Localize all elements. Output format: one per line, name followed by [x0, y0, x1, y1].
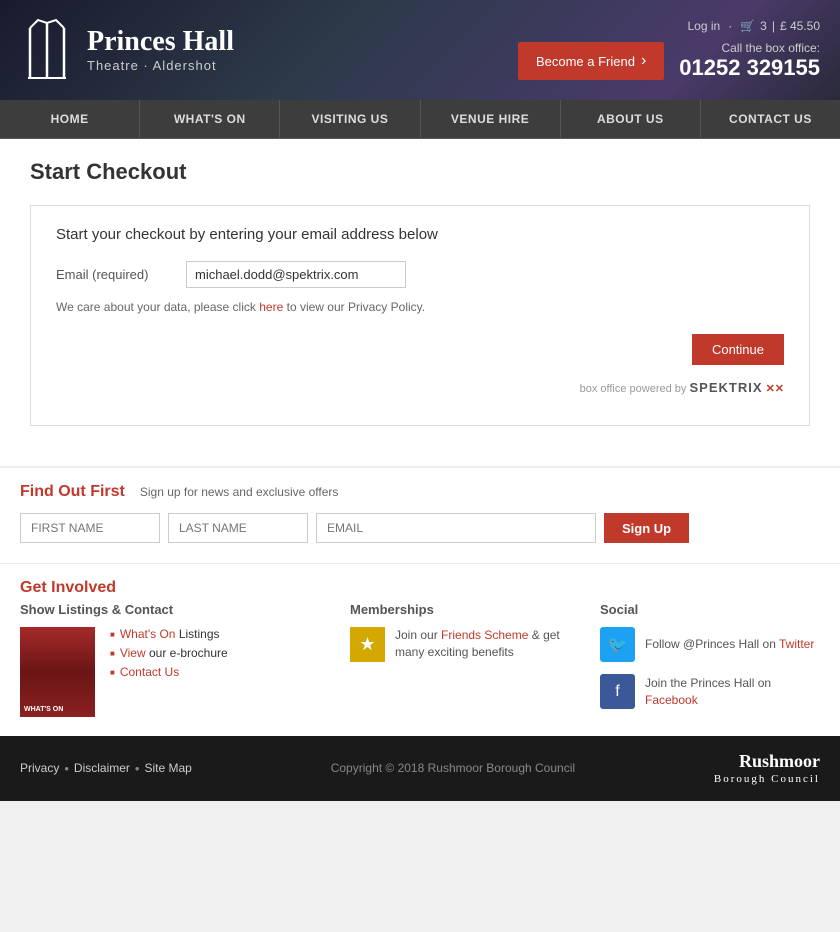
nav-item-whats-on[interactable]: WHAT'S ON: [140, 100, 280, 138]
twitter-icon: 🐦: [600, 627, 635, 662]
phone-number: 01252 329155: [679, 55, 820, 81]
ebrochure-link[interactable]: View our e-brochure: [120, 646, 228, 660]
basket-info: 🛒 3 | £ 45.50: [740, 19, 820, 33]
nav-item-contact-us[interactable]: CONTACT US: [701, 100, 840, 138]
listings-content: WHAT'S ON What's On Listings View our e-…: [20, 627, 320, 717]
twitter-text: Follow @Princes Hall on Twitter: [645, 636, 814, 653]
facebook-item: f Join the Princes Hall on Facebook: [600, 674, 820, 709]
logo-area: Princes Hall Theatre · Aldershot: [20, 18, 234, 83]
footer-copyright: Copyright © 2018 Rushmoor Borough Counci…: [331, 761, 575, 775]
list-item: Contact Us: [110, 665, 228, 679]
basket-count: 3: [760, 19, 767, 33]
find-out-header: Find Out First Sign up for news and excl…: [20, 483, 820, 501]
dot-separator-2: •: [135, 761, 140, 776]
find-out-subtitle: Sign up for news and exclusive offers: [140, 485, 339, 499]
checkout-box: Start your checkout by entering your ema…: [30, 205, 810, 426]
separator: ·: [728, 19, 732, 33]
list-item: View our e-brochure: [110, 646, 228, 660]
login-link[interactable]: Log in: [687, 19, 720, 33]
get-involved-grid: Show Listings & Contact WHAT'S ON What's…: [20, 602, 820, 721]
spektrix-logo: SPEKTRIX: [689, 380, 762, 395]
basket-icon: 🛒: [740, 19, 755, 33]
facebook-link[interactable]: Facebook: [645, 693, 698, 707]
dot-separator-1: •: [64, 761, 69, 776]
header-middle: Become a Friend Call the box office: 012…: [518, 41, 820, 81]
continue-button[interactable]: Continue: [692, 334, 784, 365]
footer: Privacy • Disclaimer • Site Map Copyrigh…: [0, 736, 840, 801]
listings-column: Show Listings & Contact WHAT'S ON What's…: [20, 602, 320, 721]
star-icon: ★: [350, 627, 385, 662]
privacy-link[interactable]: here: [259, 300, 283, 314]
email-row: Email (required): [56, 261, 784, 288]
rushmoor-logo: Rushmoor Borough Council: [714, 751, 820, 786]
box-office-label: Call the box office:: [679, 41, 820, 55]
social-column: Social 🐦 Follow @Princes Hall on Twitter…: [600, 602, 820, 721]
friends-scheme-link[interactable]: Friends Scheme: [441, 628, 528, 642]
footer-links: Privacy • Disclaimer • Site Map: [20, 761, 192, 776]
memberships-column: Memberships ★ Join our Friends Scheme & …: [350, 602, 570, 721]
membership-text: Join our Friends Scheme & get many excit…: [395, 627, 570, 661]
newsletter-form: Sign Up: [20, 513, 820, 543]
twitter-link[interactable]: Twitter: [779, 637, 814, 651]
first-name-input[interactable]: [20, 513, 160, 543]
newsletter-email-input[interactable]: [316, 513, 596, 543]
find-out-section: Find Out First Sign up for news and excl…: [0, 466, 840, 563]
brochure-image: WHAT'S ON: [20, 627, 95, 717]
main-nav: HOME WHAT'S ON VISITING US VENUE HIRE AB…: [0, 100, 840, 139]
twitter-item: 🐦 Follow @Princes Hall on Twitter: [600, 627, 820, 662]
privacy-footer-link[interactable]: Privacy: [20, 761, 59, 775]
contact-us-link[interactable]: Contact Us: [120, 665, 179, 679]
last-name-input[interactable]: [168, 513, 308, 543]
facebook-text: Join the Princes Hall on Facebook: [645, 675, 820, 709]
box-office: Call the box office: 01252 329155: [679, 41, 820, 81]
whats-on-link[interactable]: What's On Listings: [120, 627, 220, 641]
list-item: What's On Listings: [110, 627, 228, 641]
listings-title: Show Listings & Contact: [20, 602, 320, 617]
logo-text: Princes Hall Theatre · Aldershot: [87, 27, 234, 73]
email-input[interactable]: [186, 261, 406, 288]
page-title: Start Checkout: [30, 159, 810, 185]
sitemap-link[interactable]: Site Map: [144, 761, 191, 775]
main-content: Start Checkout Start your checkout by en…: [0, 139, 840, 466]
header: Princes Hall Theatre · Aldershot Log in …: [0, 0, 840, 100]
nav-item-visiting-us[interactable]: VISITING US: [280, 100, 420, 138]
nav-item-home[interactable]: HOME: [0, 100, 140, 138]
facebook-icon: f: [600, 674, 635, 709]
membership-item: ★ Join our Friends Scheme & get many exc…: [350, 627, 570, 662]
become-friend-button[interactable]: Become a Friend: [518, 42, 664, 80]
memberships-title: Memberships: [350, 602, 570, 617]
header-right: Log in · 🛒 3 | £ 45.50 Become a Friend C…: [518, 19, 820, 81]
privacy-text: We care about your data, please click he…: [56, 300, 784, 314]
basket-amount: £ 45.50: [780, 19, 820, 33]
header-top-bar: Log in · 🛒 3 | £ 45.50: [687, 19, 820, 33]
powered-by: box office powered by SPEKTRIX ✕✕: [56, 365, 784, 400]
disclaimer-link[interactable]: Disclaimer: [74, 761, 130, 775]
basket-separator: |: [772, 19, 775, 33]
listings-links: What's On Listings View our e-brochure C…: [110, 627, 228, 717]
social-title: Social: [600, 602, 820, 617]
signup-button[interactable]: Sign Up: [604, 513, 689, 543]
logo-icon: [20, 18, 75, 83]
nav-item-about-us[interactable]: ABOUT US: [561, 100, 701, 138]
checkout-intro: Start your checkout by entering your ema…: [56, 226, 784, 243]
get-involved-title: Get Involved: [20, 579, 820, 597]
logo-subtitle: Theatre · Aldershot: [87, 58, 234, 73]
logo-title: Princes Hall: [87, 27, 234, 58]
nav-item-venue-hire[interactable]: VENUE HIRE: [421, 100, 561, 138]
email-label: Email (required): [56, 267, 186, 282]
spektrix-x-icon: ✕✕: [766, 383, 784, 395]
get-involved: Get Involved Show Listings & Contact WHA…: [0, 563, 840, 736]
find-out-title: Find Out First: [20, 483, 125, 501]
